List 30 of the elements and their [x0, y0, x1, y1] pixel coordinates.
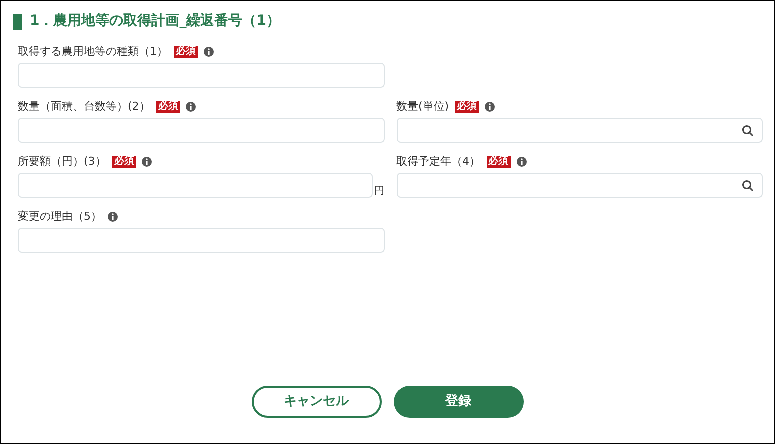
field-label: 数量(単位) — [396, 98, 450, 115]
info-icon[interactable] — [108, 212, 118, 222]
field-label: 所要額（円）(3） — [18, 154, 106, 170]
info-icon[interactable] — [516, 157, 526, 167]
required-badge: 必須 — [455, 101, 480, 113]
field-label: 変更の理由（5） — [18, 208, 102, 225]
register-button[interactable]: 登録 — [394, 386, 524, 418]
search-icon[interactable] — [742, 124, 754, 136]
info-icon[interactable] — [485, 102, 496, 112]
input-field[interactable] — [18, 228, 384, 253]
info-icon[interactable] — [186, 102, 196, 112]
input-field[interactable] — [18, 173, 372, 198]
required-badge: 必須 — [486, 156, 510, 168]
search-field[interactable] — [396, 118, 763, 143]
required-badge: 必須 — [156, 101, 180, 113]
required-badge: 必須 — [112, 156, 136, 168]
input-field[interactable] — [18, 118, 384, 143]
unit-label: 円 — [374, 187, 384, 198]
info-icon[interactable] — [142, 157, 152, 167]
field-label: 数量（面積、台数等）(2） — [18, 98, 150, 115]
field-label: 取得する農用地等の種類（1） — [18, 44, 168, 60]
cancel-button[interactable]: キャンセル — [252, 386, 382, 418]
info-icon[interactable] — [204, 47, 214, 57]
section-marker — [13, 14, 22, 30]
search-icon[interactable] — [742, 180, 754, 192]
required-badge: 必須 — [174, 46, 198, 58]
input-field[interactable] — [18, 63, 384, 88]
section-title: 1．農用地等の取得計画_繰返番号（1） — [30, 12, 280, 31]
field-label: 取得予定年（4） — [396, 154, 480, 170]
search-field[interactable] — [396, 173, 763, 198]
